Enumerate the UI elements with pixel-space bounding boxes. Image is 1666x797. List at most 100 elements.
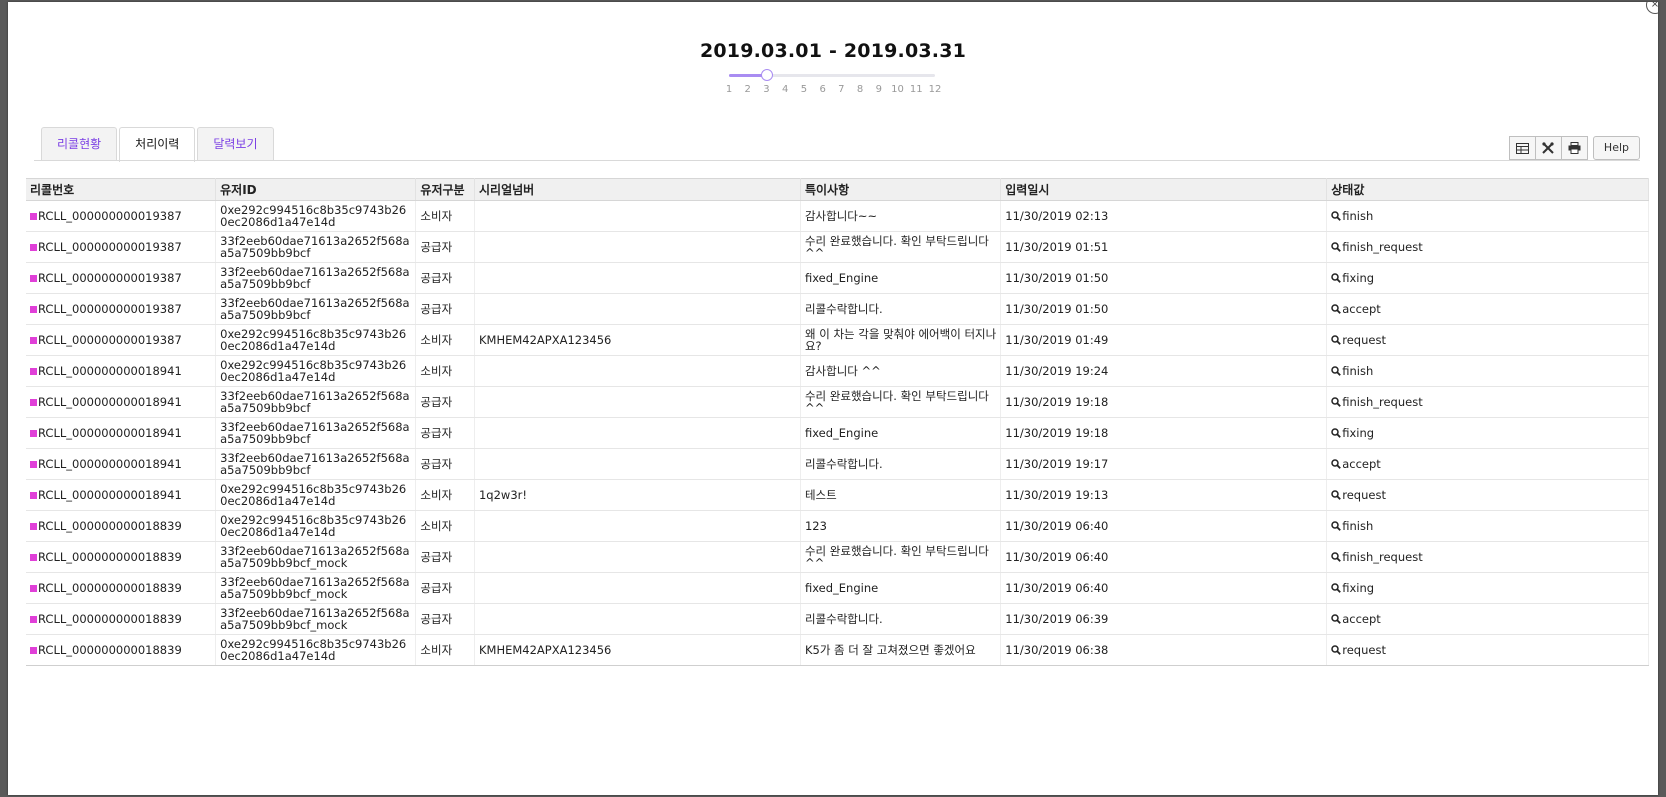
serial-number-cell [474, 231, 801, 263]
status-value[interactable]: request [1342, 644, 1386, 656]
month-tick[interactable]: 11 [910, 84, 923, 95]
month-tick[interactable]: 2 [745, 84, 751, 95]
search-icon[interactable] [1331, 211, 1342, 221]
month-tick[interactable]: 7 [838, 84, 844, 95]
search-icon[interactable] [1331, 583, 1342, 593]
table-row[interactable]: RCLL_000000000018941 0xe292c994516c8b35c9… [26, 479, 1649, 511]
status-value[interactable]: accept [1342, 613, 1381, 625]
recall-number: RCLL_000000000018839 [38, 519, 182, 533]
table-row[interactable]: RCLL_000000000019387 0xe292c994516c8b35c9… [26, 324, 1649, 356]
search-icon[interactable] [1331, 521, 1342, 531]
serial-number-cell: KMHEM42APXA123456 [474, 324, 801, 356]
tab-calendar[interactable]: 달력보기 [197, 127, 274, 160]
search-icon[interactable] [1331, 614, 1342, 624]
col-user-type[interactable]: 유저구분 [415, 178, 475, 201]
recall-number-cell: RCLL_000000000019387 [26, 262, 217, 294]
status-value[interactable]: fixing [1342, 582, 1374, 594]
table-row[interactable]: RCLL_000000000018839 0xe292c994516c8b35c9… [26, 510, 1649, 542]
search-icon[interactable] [1331, 335, 1342, 345]
table-row[interactable]: RCLL_000000000018839 33f2eeb60dae71613a26… [26, 603, 1649, 635]
table-row[interactable]: RCLL_000000000019387 33f2eeb60dae71613a26… [26, 293, 1649, 325]
month-tick[interactable]: 5 [801, 84, 807, 95]
status-value[interactable]: finish [1342, 520, 1373, 532]
table-icon[interactable] [1508, 136, 1536, 160]
month-slider[interactable]: 1 2 3 4 5 6 7 8 9 10 11 12 [720, 68, 950, 100]
serial-number-cell [474, 448, 801, 480]
search-icon[interactable] [1331, 304, 1342, 314]
user-type-cell: 공급자 [415, 541, 475, 573]
month-tick[interactable]: 9 [876, 84, 882, 95]
search-icon[interactable] [1331, 490, 1342, 500]
col-recall-number[interactable]: 리콜번호 [26, 178, 217, 201]
user-id-cell: 33f2eeb60dae71613a2652f568aa5a7509bb9bcf [215, 448, 417, 480]
recall-number-cell: RCLL_000000000018941 [26, 479, 217, 511]
search-icon[interactable] [1331, 273, 1342, 283]
search-icon[interactable] [1331, 366, 1342, 376]
table-row[interactable]: RCLL_000000000019387 33f2eeb60dae71613a26… [26, 262, 1649, 294]
serial-number-cell [474, 541, 801, 573]
user-id-cell: 0xe292c994516c8b35c9743b260ec2086d1a47e1… [215, 200, 417, 232]
tab-recall-status[interactable]: 리콜현황 [41, 127, 118, 160]
input-date-cell: 11/30/2019 01:50 [1000, 293, 1328, 325]
recall-marker-icon [30, 243, 37, 251]
col-status[interactable]: 상태값 [1326, 178, 1649, 201]
table-row[interactable]: RCLL_000000000018941 0xe292c994516c8b35c9… [26, 355, 1649, 387]
table-row[interactable]: RCLL_000000000018839 0xe292c994516c8b35c9… [26, 634, 1649, 666]
table-row[interactable]: RCLL_000000000018941 33f2eeb60dae71613a26… [26, 386, 1649, 418]
status-value[interactable]: finish [1342, 365, 1373, 377]
status-value[interactable]: request [1342, 334, 1386, 346]
status-value[interactable]: finish_request [1342, 241, 1422, 253]
input-date-cell: 11/30/2019 19:17 [1000, 448, 1328, 480]
table-row[interactable]: RCLL_000000000018839 33f2eeb60dae71613a26… [26, 572, 1649, 604]
slider-thumb[interactable] [761, 69, 774, 81]
col-input-date[interactable]: 입력일시 [1000, 178, 1328, 201]
status-value[interactable]: finish_request [1342, 551, 1422, 563]
col-note[interactable]: 특이사항 [800, 178, 1002, 201]
col-serial-number[interactable]: 시리얼넘버 [474, 178, 801, 201]
tools-icon[interactable] [1534, 136, 1562, 160]
status-value[interactable]: finish [1342, 210, 1373, 222]
user-id-cell: 33f2eeb60dae71613a2652f568aa5a7509bb9bcf [215, 386, 417, 418]
table-row[interactable]: RCLL_000000000019387 33f2eeb60dae71613a26… [26, 231, 1649, 263]
search-icon[interactable] [1331, 459, 1342, 469]
status-cell: finish [1326, 510, 1649, 542]
status-value[interactable]: accept [1342, 303, 1381, 315]
status-value[interactable]: fixing [1342, 427, 1374, 439]
user-type-cell: 공급자 [415, 448, 475, 480]
status-value[interactable]: accept [1342, 458, 1381, 470]
date-range-title: 2019.03.01 - 2019.03.31 [699, 40, 967, 62]
status-cell: accept [1326, 448, 1649, 480]
month-tick[interactable]: 3 [763, 84, 769, 95]
month-tick[interactable]: 10 [891, 84, 904, 95]
user-type-cell: 소비자 [415, 634, 475, 666]
search-icon[interactable] [1331, 428, 1342, 438]
recall-number: RCLL_000000000018941 [38, 457, 182, 471]
note-cell: 왜 이 차는 각을 맞춰야 에어백이 터지나요? [800, 324, 1002, 356]
recall-number-cell: RCLL_000000000018941 [26, 417, 217, 449]
table-row[interactable]: RCLL_000000000018941 33f2eeb60dae71613a26… [26, 448, 1649, 480]
close-icon[interactable]: × [1646, 2, 1658, 14]
print-icon[interactable] [1560, 136, 1588, 160]
recall-number-cell: RCLL_000000000019387 [26, 293, 217, 325]
status-value[interactable]: finish_request [1342, 396, 1422, 408]
tab-process-history[interactable]: 처리이력 [119, 127, 196, 162]
table-row[interactable]: RCLL_000000000019387 0xe292c994516c8b35c9… [26, 200, 1649, 232]
serial-number-cell: KMHEM42APXA123456 [474, 634, 801, 666]
search-icon[interactable] [1331, 645, 1342, 655]
help-button[interactable]: Help [1592, 136, 1640, 160]
search-icon[interactable] [1331, 552, 1342, 562]
month-tick[interactable]: 6 [819, 84, 825, 95]
recall-number-cell: RCLL_000000000018839 [26, 634, 217, 666]
table-row[interactable]: RCLL_000000000018941 33f2eeb60dae71613a26… [26, 417, 1649, 449]
month-tick[interactable]: 12 [929, 84, 942, 95]
recall-marker-icon [30, 460, 37, 468]
month-tick[interactable]: 8 [857, 84, 863, 95]
status-value[interactable]: request [1342, 489, 1386, 501]
search-icon[interactable] [1331, 397, 1342, 407]
month-tick[interactable]: 1 [726, 84, 732, 95]
col-user-id[interactable]: 유저ID [215, 178, 417, 201]
search-icon[interactable] [1331, 242, 1342, 252]
table-row[interactable]: RCLL_000000000018839 33f2eeb60dae71613a26… [26, 541, 1649, 573]
status-value[interactable]: fixing [1342, 272, 1374, 284]
month-tick[interactable]: 4 [782, 84, 788, 95]
